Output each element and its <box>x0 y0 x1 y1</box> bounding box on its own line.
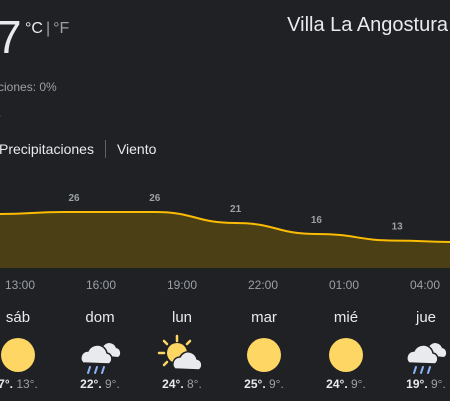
day-name: mié <box>333 309 359 326</box>
day-temperatures: 25°. 9°. <box>229 377 299 391</box>
day-temperatures: 7°. 13°. <box>0 377 53 391</box>
day-temperatures: 19°. 9°. <box>391 377 450 391</box>
precipitation-summary: ciones: 0% <box>0 80 57 94</box>
high-temp: 7°. <box>0 377 13 391</box>
low-temp: 9°. <box>351 377 366 391</box>
chart-tabs: Precipitaciones Viento <box>0 140 156 158</box>
hour-labels: 13:00 16:00 19:00 22:00 01:00 04:00 <box>0 278 450 294</box>
day-name: sáb <box>5 309 31 326</box>
temperature-chart[interactable]: 26 26 21 16 13 <box>0 176 450 268</box>
partly-cloudy-icon <box>147 333 217 377</box>
unit-separator: | <box>45 20 51 37</box>
temperature-data-label: 26 <box>149 193 161 204</box>
day-forecast[interactable]: mar 25°. 9°. <box>229 309 299 391</box>
high-temp: 22°. <box>80 377 102 391</box>
hour-label: 04:00 <box>409 278 441 292</box>
day-temperatures: 22°. 9°. <box>65 377 135 391</box>
temperature-data-label: 16 <box>311 215 323 226</box>
unit-fahrenheit[interactable]: °F <box>53 20 69 37</box>
day-temperatures: 24°. 9°. <box>311 377 381 391</box>
unit-toggle: °C | °F <box>25 20 69 38</box>
day-forecast[interactable]: dom 22°. 9°. <box>65 309 135 391</box>
high-temp: 25°. <box>244 377 266 391</box>
tab-precipitation[interactable]: Precipitaciones <box>0 141 94 157</box>
hour-label: 13:00 <box>4 278 36 292</box>
low-temp: 9°. <box>269 377 284 391</box>
day-temperatures: 24°. 8°. <box>147 377 217 391</box>
hour-label: 22:00 <box>247 278 279 292</box>
low-temp: 8°. <box>187 377 202 391</box>
rain-cloud-icon <box>391 333 450 377</box>
tab-wind[interactable]: Viento <box>117 141 156 157</box>
day-name: dom <box>85 309 115 326</box>
current-temperature: 7 <box>0 11 22 63</box>
low-temp: 13°. <box>16 377 38 391</box>
day-forecast[interactable]: sáb 7°. 13°. <box>0 309 53 391</box>
tab-divider <box>104 140 106 158</box>
rain-cloud-icon <box>65 333 135 377</box>
day-forecast[interactable]: mié 24°. 9°. <box>311 309 381 391</box>
temperature-data-label: 21 <box>230 204 242 215</box>
day-forecast[interactable]: jue 19°. 9°. <box>391 309 450 391</box>
sun-icon <box>311 333 381 377</box>
location-title: Villa La Angostura <box>287 14 448 36</box>
day-name: mar <box>251 309 277 326</box>
sun-icon <box>229 333 299 377</box>
day-name: jue <box>415 309 437 326</box>
low-temp: 9°. <box>431 377 446 391</box>
high-temp: 24°. <box>162 377 184 391</box>
hour-label: 01:00 <box>328 278 360 292</box>
day-name: lun <box>171 309 193 326</box>
temperature-data-label: 26 <box>68 193 80 204</box>
hour-label: 19:00 <box>166 278 198 292</box>
partial-summary-line: . <box>0 106 1 120</box>
hour-label: 16:00 <box>85 278 117 292</box>
temperature-data-label: 13 <box>392 222 404 233</box>
high-temp: 19°. <box>406 377 428 391</box>
sun-icon <box>0 333 53 377</box>
low-temp: 9°. <box>105 377 120 391</box>
day-forecast[interactable]: lun 24°. 8°. <box>147 309 217 391</box>
high-temp: 24°. <box>326 377 348 391</box>
unit-celsius[interactable]: °C <box>25 20 43 37</box>
